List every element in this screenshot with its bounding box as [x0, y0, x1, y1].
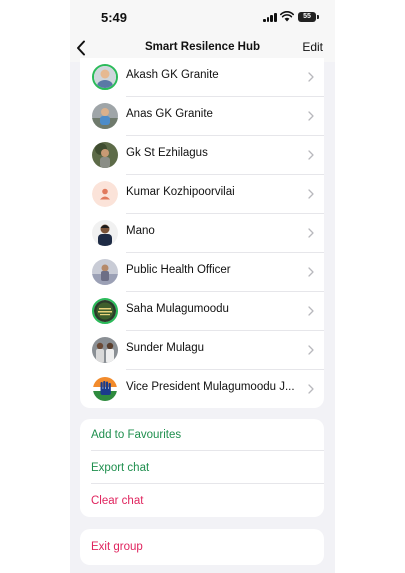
- export-chat-button[interactable]: Export chat: [80, 452, 324, 484]
- member-name: Gk St Ezhilagus: [126, 147, 208, 159]
- edit-button[interactable]: Edit: [302, 40, 323, 54]
- member-name: Akash GK Granite: [126, 69, 219, 81]
- list-item[interactable]: Mano: [80, 214, 324, 253]
- list-item[interactable]: Public Health Officer: [80, 253, 324, 292]
- status-bar: 5:49 55: [70, 0, 335, 34]
- member-name: Sunder Mulagu: [126, 342, 204, 354]
- avatar: [92, 298, 118, 324]
- list-item[interactable]: Gk St Ezhilagus: [80, 136, 324, 175]
- add-to-favourites-label: Add to Favourites: [91, 429, 182, 441]
- avatar: [92, 337, 118, 363]
- members-list: Akash GK Granite Anas GK Granite Gk St E…: [80, 58, 324, 408]
- avatar: [92, 220, 118, 246]
- cellular-signal-icon: [263, 13, 277, 22]
- exit-group-label: Exit group: [91, 541, 143, 553]
- chevron-right-icon: [308, 150, 314, 160]
- list-item[interactable]: Kumar Kozhipoorvilai: [80, 175, 324, 214]
- phone-screen: 5:49 55 Smart Resilence Hub Edit Akash G…: [70, 0, 335, 573]
- chevron-right-icon: [308, 111, 314, 121]
- clear-chat-label: Clear chat: [91, 495, 144, 507]
- member-name: Kumar Kozhipoorvilai: [126, 186, 235, 198]
- chevron-right-icon: [308, 345, 314, 355]
- chevron-right-icon: [308, 72, 314, 82]
- member-name: Anas GK Granite: [126, 108, 213, 120]
- row-divider: [91, 483, 324, 484]
- list-item[interactable]: Saha Mulagumoodu: [80, 292, 324, 331]
- row-divider: [91, 450, 324, 451]
- list-item[interactable]: Anas GK Granite: [80, 97, 324, 136]
- chevron-right-icon: [308, 384, 314, 394]
- member-name: Mano: [126, 225, 155, 237]
- chevron-right-icon: [308, 267, 314, 277]
- exit-group-button[interactable]: Exit group: [80, 531, 324, 563]
- avatar: [92, 103, 118, 129]
- wifi-icon: [280, 11, 294, 22]
- member-name: Saha Mulagumoodu: [126, 303, 229, 315]
- list-item[interactable]: Akash GK Granite: [80, 58, 324, 97]
- add-to-favourites-button[interactable]: Add to Favourites: [80, 419, 324, 451]
- member-name: Vice President Mulagumoodu J...: [126, 381, 295, 393]
- chevron-right-icon: [308, 228, 314, 238]
- chevron-right-icon: [308, 306, 314, 316]
- page-title: Smart Resilence Hub: [144, 41, 261, 53]
- default-person-icon: [92, 181, 118, 207]
- list-item[interactable]: Sunder Mulagu: [80, 331, 324, 370]
- exit-group-section: Exit group: [80, 529, 324, 565]
- member-name: Public Health Officer: [126, 264, 231, 276]
- hand-logo-icon: [92, 376, 118, 402]
- avatar: [92, 64, 118, 90]
- avatar: [92, 259, 118, 285]
- chevron-right-icon: [308, 189, 314, 199]
- clear-chat-button[interactable]: Clear chat: [80, 485, 324, 517]
- status-time: 5:49: [101, 10, 128, 25]
- export-chat-label: Export chat: [91, 462, 150, 474]
- list-item[interactable]: Vice President Mulagumoodu J...: [80, 370, 324, 408]
- chat-actions: Add to Favourites Export chat Clear chat: [80, 419, 324, 517]
- battery-icon: 55: [298, 12, 319, 22]
- avatar: [92, 142, 118, 168]
